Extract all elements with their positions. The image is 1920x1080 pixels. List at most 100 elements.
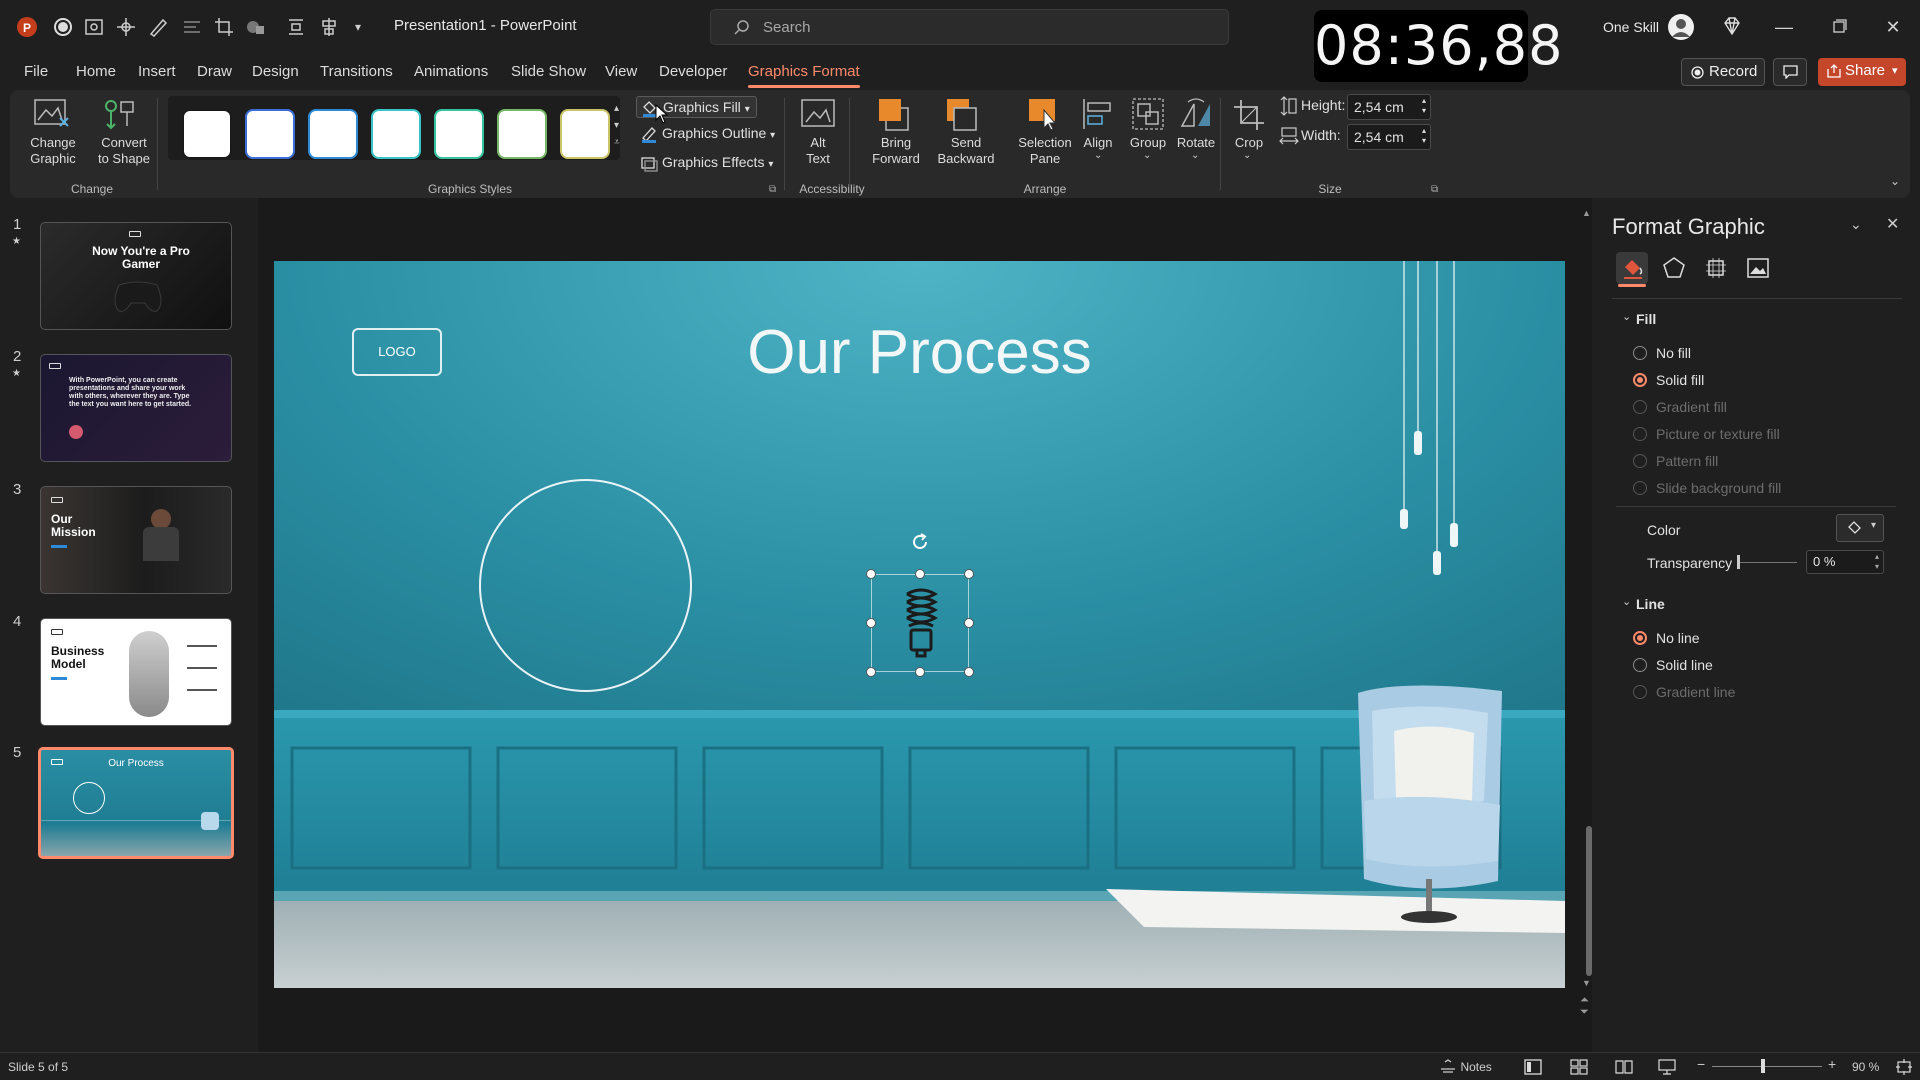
style-swatch-1[interactable] [182,109,232,159]
record-button[interactable]: Record [1681,58,1765,86]
resize-handle[interactable] [915,569,925,579]
normal-view-icon[interactable] [1524,1059,1542,1075]
align-icon[interactable] [1080,96,1116,132]
convert-to-shape-button[interactable]: Convert to Shape [88,135,160,167]
resize-handle[interactable] [866,618,876,628]
zoom-in-icon[interactable]: + [1828,1056,1836,1072]
resize-handle[interactable] [866,667,876,677]
record-dot-icon[interactable] [52,16,74,38]
comments-button[interactable] [1773,58,1807,86]
no-line-option[interactable]: No line [1633,630,1700,646]
color-picker-button[interactable]: ▾ [1836,514,1884,542]
effects-pentagon-icon[interactable] [1662,256,1686,280]
tab-developer[interactable]: Developer [659,63,727,80]
search-input[interactable]: Search [710,9,1229,45]
height-spinner-icon[interactable]: ▴ ▾ [1422,96,1426,116]
zoom-slider-track[interactable] [1712,1066,1822,1067]
slide-thumbnail-2[interactable]: With PowerPoint, you can create presenta… [40,354,232,462]
line-section-header[interactable]: Line [1636,596,1665,612]
align-lines-icon[interactable] [181,16,203,38]
resize-handle[interactable] [866,569,876,579]
distribute-icon[interactable] [285,16,307,38]
resize-handle[interactable] [964,618,974,628]
transparency-input[interactable]: 0 % ▴ ▾ [1806,550,1884,574]
no-line-radio[interactable] [1633,631,1647,645]
solid-line-radio[interactable] [1633,658,1647,672]
style-swatch-6[interactable] [497,109,547,159]
selected-graphic-frame[interactable] [866,533,974,677]
style-swatch-7[interactable] [560,109,610,159]
bring-forward-icon[interactable] [876,96,912,132]
screenshot-icon[interactable] [83,16,105,38]
align-center-icon[interactable] [318,16,340,38]
slide-thumbnail-4[interactable]: Business Model [40,618,232,726]
alt-text-button[interactable]: Alt Text [794,135,842,167]
customize-qat-icon[interactable]: ▾ [355,16,377,38]
tab-slide-show[interactable]: Slide Show [511,63,586,80]
tab-home[interactable]: Home [76,63,116,80]
solid-fill-option[interactable]: Solid fill [1633,372,1704,388]
alt-text-icon[interactable] [800,98,836,132]
send-backward-button[interactable]: Send Backward [928,135,1004,167]
gallery-down-icon[interactable]: ▾ [614,117,620,134]
notes-button[interactable]: Notes [1440,1058,1492,1076]
slide-thumbnail-1[interactable]: Now You're a Pro Gamer [40,222,232,330]
transparency-slider-thumb[interactable] [1737,555,1740,569]
convert-to-shape-icon[interactable] [99,94,139,134]
style-swatch-2[interactable] [245,109,295,159]
width-input[interactable]: 2,54 cm ▴ ▾ [1347,124,1431,150]
slide-sorter-icon[interactable] [1570,1059,1588,1075]
scroll-up-icon[interactable]: ▲ [1582,208,1591,218]
size-dialog-launcher-icon[interactable]: ⧉ [1431,184,1438,195]
outline-circle-shape[interactable] [479,479,692,692]
transparency-spinner-icon[interactable]: ▴ ▾ [1875,552,1879,572]
tab-graphics-format[interactable]: Graphics Format [748,63,860,88]
tab-design[interactable]: Design [252,63,299,80]
resize-handle[interactable] [964,569,974,579]
group-icon[interactable] [1130,96,1166,132]
align-button[interactable]: Align [1070,135,1126,151]
draw-icon[interactable] [147,16,169,38]
gallery-more-icon[interactable]: ⩡ [614,134,620,151]
slide-5-canvas[interactable]: LOGO Our Process [274,261,1565,988]
diamond-premium-icon[interactable] [1721,15,1743,37]
graphics-effects-button[interactable]: Graphics Effects ▾ [636,154,773,172]
fill-section-header[interactable]: Fill [1636,311,1656,327]
selection-pane-icon[interactable] [1026,96,1062,132]
slide-thumbnail-3[interactable]: Our Mission [40,486,232,594]
style-swatch-5[interactable] [434,109,484,159]
height-input[interactable]: 2,54 cm ▴ ▾ [1347,94,1431,120]
shapes-icon[interactable] [244,16,266,38]
send-backward-icon[interactable] [944,96,980,132]
reading-view-icon[interactable] [1615,1059,1633,1075]
zoom-level[interactable]: 90 % [1852,1060,1879,1074]
avatar[interactable] [1667,13,1695,41]
slideshow-view-icon[interactable] [1658,1059,1676,1075]
crop-qat-icon[interactable] [213,16,235,38]
transparency-slider-track[interactable] [1737,562,1797,563]
no-fill-radio[interactable] [1633,346,1647,360]
style-swatch-4[interactable] [371,109,421,159]
prev-next-slide-icons[interactable]: ⏶ ⏷ [1580,994,1589,1018]
tab-view[interactable]: View [605,63,637,80]
size-properties-icon[interactable] [1704,256,1728,280]
change-graphic-button[interactable]: Change Graphic [18,135,88,167]
slide-thumbnail-5[interactable]: Our Process [38,747,234,859]
zoom-out-icon[interactable]: − [1697,1056,1705,1072]
maximize-icon[interactable] [1826,14,1852,40]
lightbulb-icon[interactable] [901,584,941,664]
resize-handle[interactable] [915,667,925,677]
collapse-ribbon-icon[interactable]: ⌄ [1890,174,1900,188]
gallery-scroll-controls[interactable]: ▴ ▾ ⩡ [614,100,620,151]
resize-handle[interactable] [964,667,974,677]
pane-close-icon[interactable]: ✕ [1886,214,1899,234]
tab-file[interactable]: File [24,63,48,80]
change-graphic-icon[interactable] [32,96,72,134]
picture-icon[interactable] [1746,256,1770,280]
tab-draw[interactable]: Draw [197,63,232,80]
rotate-icon[interactable] [1178,96,1214,132]
minimize-icon[interactable]: — [1771,14,1797,40]
user-name[interactable]: One Skill [1603,19,1659,35]
rotate-button[interactable]: Rotate [1168,135,1224,151]
solid-line-option[interactable]: Solid line [1633,657,1713,673]
